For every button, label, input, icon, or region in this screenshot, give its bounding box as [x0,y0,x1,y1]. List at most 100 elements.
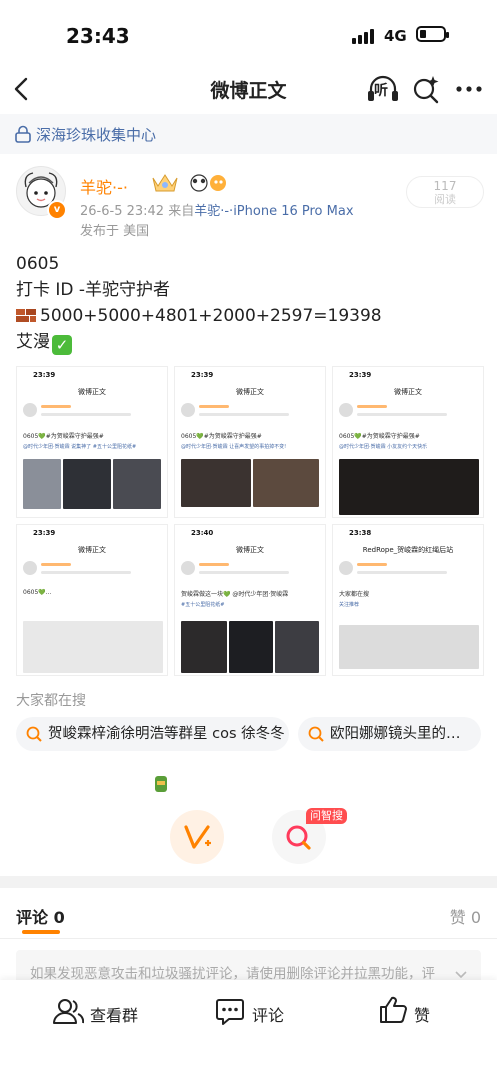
status-time: 23:43 [66,24,130,48]
source-name[interactable]: 羊驼·-· [194,204,233,219]
thumb-subtext: #五十公里阻花纸# [181,602,225,608]
post-image[interactable]: 23:38 RedRope_贺峻霖的红绳后站大家都在搜关注推荐 [332,524,484,676]
tab-likes-count: 0 [470,908,481,927]
comment-notice: 如果发现恶意攻击和垃圾骚扰评论，请使用删除评论并拉黑功能，评 [30,966,435,982]
thumb-avatar [23,403,37,417]
thumb-avatar [339,561,353,575]
source-device[interactable]: iPhone 16 Pro Max [233,204,353,219]
thumb-text: 0605💚... [23,589,52,596]
thumb-line [199,563,229,566]
post-meta: 26-6-5 23:42 来自羊驼·-·iPhone 16 Pro Max [80,200,354,219]
thumb-photo [181,621,227,673]
post-image[interactable]: 23:39 微博正文 0605💚#为贺峻霖守护最强# @时代少年团·贺峻霖 小友友约个… [332,366,484,518]
thumb-photo [181,459,251,507]
group-people-icon[interactable] [52,996,84,1026]
tab-comments-label: 评论 [16,908,49,927]
post-line: 0605 [16,254,60,274]
reads-count: 117 [433,179,457,193]
fan-badges-icon [190,174,226,192]
thumb-avatar [181,403,195,417]
thumb-subtext: @时代少年团·贺峻霖 让喜声发望的事拍掉不变! [181,444,287,450]
thumb-text: 0605💚#为贺峻霖守护最强# [339,433,420,440]
thumb-line [357,413,447,416]
thumb-line [357,571,447,574]
search-chip-label: 贺峻霖梓渝徐明浩等群星 cos 徐冬冬 [48,726,285,742]
verified-badge: v [47,200,67,220]
tab-comments-count: 0 [53,908,65,927]
thumb-time: 23:39 [191,371,214,379]
signal-icon [352,28,378,44]
chevron-down-icon[interactable] [454,970,468,980]
thumb-photo [23,621,163,673]
thumb-line [357,563,387,566]
reads-label: 阅读 [434,193,456,206]
vip-badge-icon [152,174,178,192]
thumb-title: 微博正文 [236,546,264,554]
thumb-title: 微博正文 [394,388,422,396]
thumb-photo [253,459,319,507]
thumb-photo [229,621,273,673]
thumb-avatar [339,403,353,417]
thumb-photo [63,459,111,509]
can-sticker-icon [155,776,167,792]
post-image[interactable]: 23:40 微博正文贺峻霖做这一块💚 @时代少年团·贺峻霖 #五十公里阻花纸# [174,524,326,676]
tab-divider [0,938,497,939]
search-chip[interactable]: 贺峻霖梓渝徐明浩等群星 cos 徐冬冬 [16,717,289,751]
thumbs-up-icon[interactable] [378,995,408,1025]
thumb-title: 微博正文 [236,388,264,396]
check-emoji-icon: ✓ [52,335,72,355]
listen-label: 听 [374,83,388,99]
thumb-header [23,403,163,427]
view-group-button[interactable]: 查看群 [90,1002,138,1026]
comment-icon[interactable] [215,996,245,1026]
thumb-photo [275,621,319,673]
thumb-photo [339,625,479,669]
smart-search-icon[interactable] [411,74,441,104]
post-image[interactable]: 23:39 微博正文 0605💚... [16,524,168,676]
tab-likes-label: 赞 [449,908,466,927]
post-body: 0605 打卡 ID -羊驼守护者 5000+5000+4801+2000+25… [16,251,382,355]
source-prefix: 来自 [168,204,195,219]
thumb-line [41,563,71,566]
tab-comments[interactable]: 评论 0 [16,904,65,928]
like-button[interactable]: 赞 [414,1002,430,1026]
thumb-text: 贺峻霖做这一块💚 @时代少年团·贺峻霖 [181,591,289,598]
hot-search-icon [308,726,324,742]
thumb-title: 微博正文 [78,388,106,396]
thumb-header [181,561,321,585]
battery-icon [416,26,449,42]
thumb-header [23,561,163,585]
thumb-text: 0605💚#为贺峻霖守护最强# [23,433,104,440]
thumb-line [41,413,131,416]
thumb-text: 0605💚#为贺峻霖守护最强# [181,433,262,440]
thumb-time: 23:39 [33,529,56,537]
post-region: 发布于 美国 [80,224,150,239]
thumb-header [181,403,321,427]
search-chip-label: 欧阳娜娜镜头里的… [330,726,461,742]
post-image[interactable]: 23:39 微博正文 0605💚#为贺峻霖守护最强# @时代少年团·贺峻霖 让喜声发望… [174,366,326,518]
reads-badge: 117 阅读 [406,176,484,208]
comment-button[interactable]: 评论 [252,1002,284,1026]
thumb-line [199,571,289,574]
thumb-title: 微博正文 [78,546,106,554]
tab-active-indicator [22,930,60,934]
bricks-emoji-icon [16,309,36,322]
post-timestamp: 26-6-5 23:42 [80,204,165,219]
more-icon[interactable] [455,84,483,94]
thumb-title: RedRope_贺峻霖的红绳后站 [362,546,454,554]
post-image[interactable]: 23:39 微博正文 0605💚#为贺峻霖守护最强# @时代少年团·贺峻霖 说集神了 … [16,366,168,518]
like-action-button[interactable] [170,810,224,864]
listen-button[interactable]: 听 [366,72,400,106]
thumb-time: 23:38 [349,529,372,537]
tab-likes[interactable]: 赞 0 [450,904,481,928]
thumb-subtext: 关注推荐 [339,602,360,608]
search-chip[interactable]: 欧阳娜娜镜头里的… [298,717,481,751]
group-name[interactable]: 深海珍珠收集中心 [36,124,156,145]
thumb-time: 23:40 [191,529,214,537]
ask-badge: 问智搜 [306,808,347,824]
thumb-text: 大家都在搜 [339,591,370,598]
thumb-avatar [181,561,195,575]
thumb-line [41,571,131,574]
thumb-line [41,405,71,408]
author-name[interactable]: 羊驼·-· [80,174,128,198]
